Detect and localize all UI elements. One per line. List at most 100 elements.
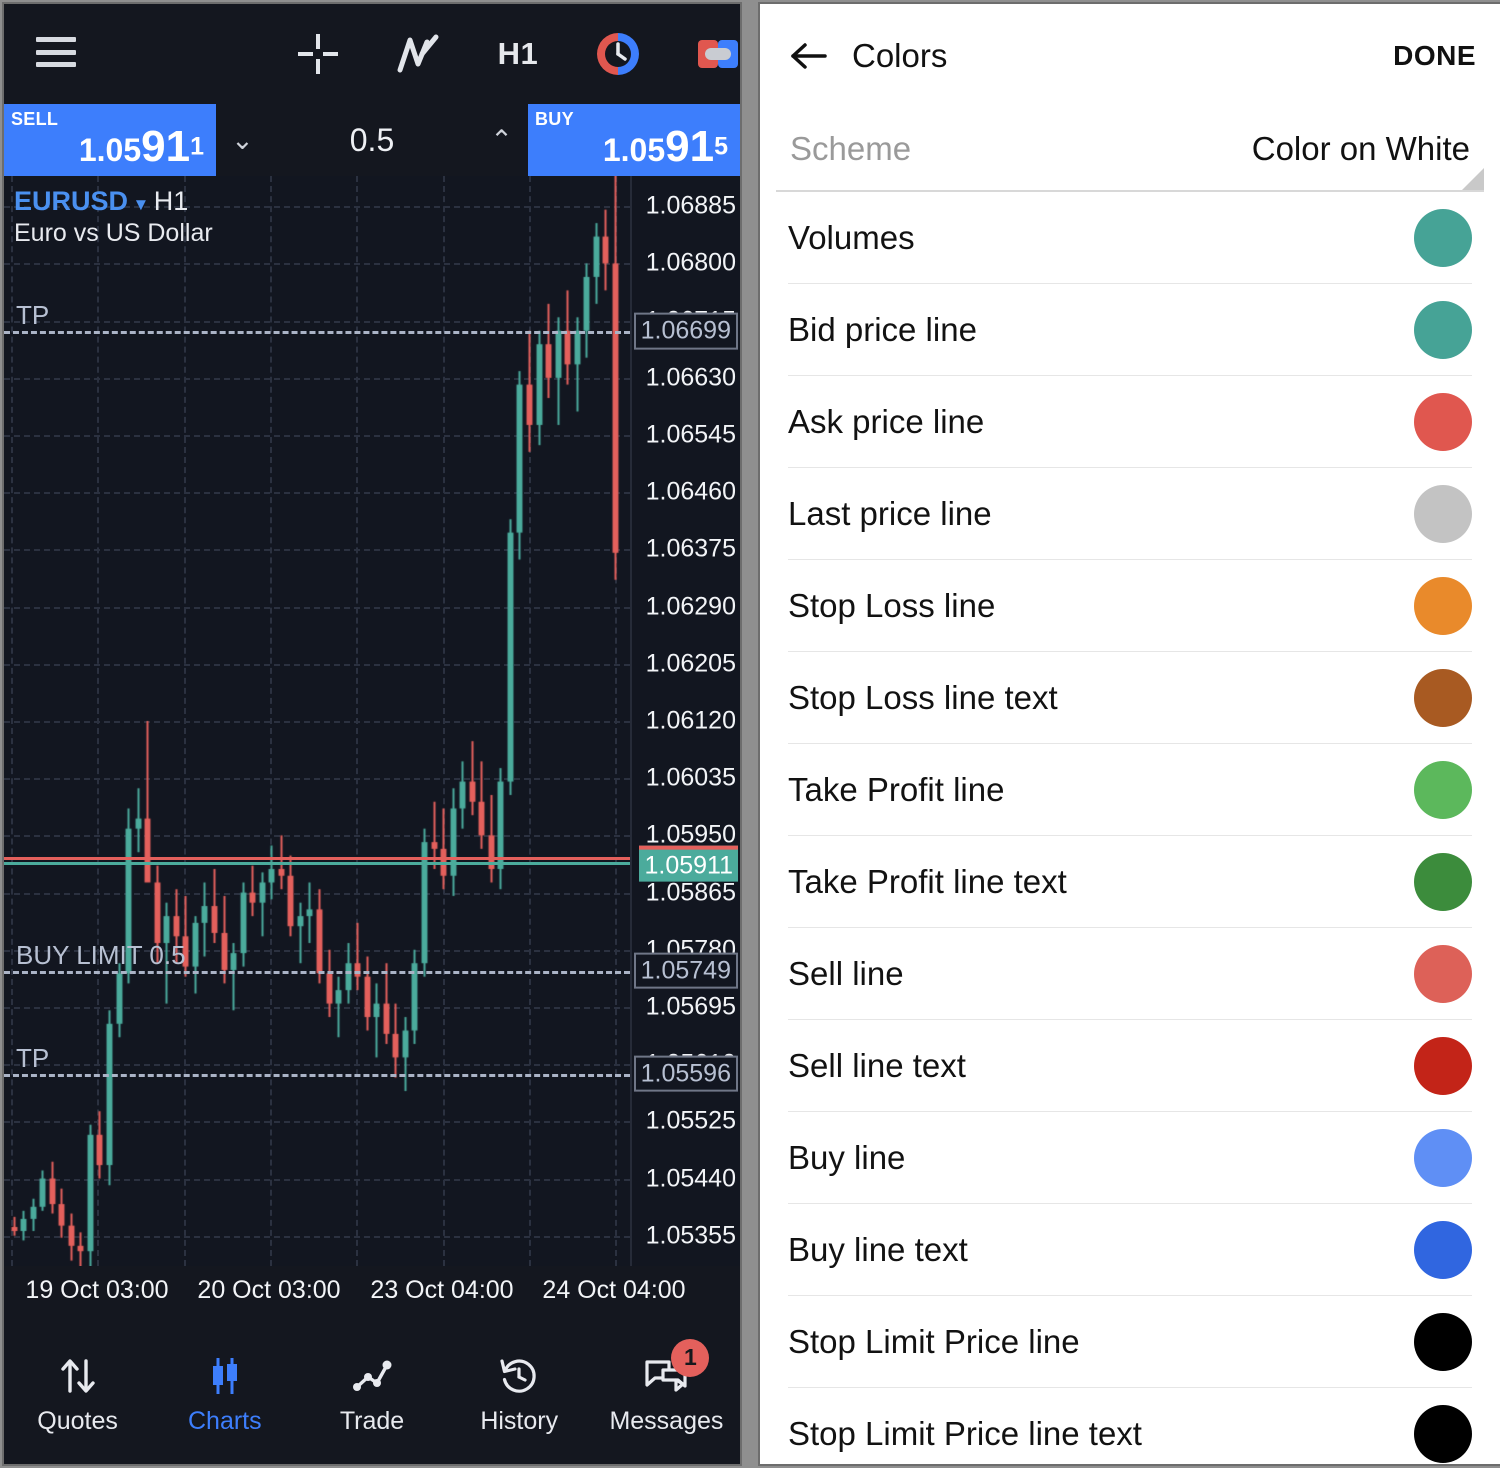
symbol-name[interactable]: EURUSD — [14, 186, 128, 216]
scheme-value: Color on White — [1251, 130, 1470, 167]
volume-stepper: ⌄ 0.5 ⌃ — [216, 104, 528, 176]
time-tick-label: 20 Oct 03:00 — [197, 1276, 341, 1304]
chart-plot-area[interactable]: EURUSD ▼ H1 Euro vs US Dollar TP BUY LIMI… — [4, 176, 630, 1266]
color-swatch[interactable] — [1414, 1404, 1472, 1463]
color-row-label: Take Profit line text — [788, 862, 1067, 900]
color-row[interactable]: Take Profit line text — [788, 836, 1472, 928]
tab-charts[interactable]: Charts — [151, 1353, 298, 1436]
color-swatch[interactable] — [1414, 300, 1472, 359]
color-row[interactable]: Stop Limit Price line — [788, 1296, 1472, 1388]
time-tick-label: 19 Oct 03:00 — [25, 1276, 169, 1304]
volume-increase-button[interactable]: ⌃ — [490, 126, 513, 154]
buy-price-sup: 5 — [714, 132, 728, 161]
price-axis[interactable]: 1.068851.068001.067151.066301.065451.064… — [630, 176, 740, 1266]
volume-value[interactable]: 0.5 — [350, 122, 394, 159]
tab-messages[interactable]: 1 Messages — [593, 1338, 740, 1436]
candlestick-icon — [204, 1353, 246, 1397]
chart-level-label: TP — [16, 1042, 50, 1073]
buy-label: BUY — [535, 109, 574, 129]
tab-quotes[interactable]: Quotes — [4, 1353, 151, 1436]
tab-label: Trade — [339, 1406, 405, 1435]
back-arrow-icon[interactable] — [788, 35, 830, 77]
page-title: Colors — [852, 37, 948, 74]
price-tick-label: 1.06120 — [645, 706, 736, 735]
color-row-label: Buy line text — [788, 1230, 968, 1268]
crosshair-icon[interactable] — [294, 30, 342, 78]
color-row[interactable]: Last price line — [788, 468, 1472, 560]
notification-badge: 1 — [671, 1338, 710, 1377]
timeframe-button[interactable]: H1 — [494, 30, 542, 78]
color-swatch[interactable] — [1414, 760, 1472, 819]
chart-level-label: TP — [16, 300, 50, 331]
color-row[interactable]: Take Profit line — [788, 744, 1472, 836]
volume-decrease-button[interactable]: ⌄ — [231, 126, 254, 154]
tab-history[interactable]: History — [446, 1353, 593, 1436]
sell-price-small: 1.05 — [78, 132, 142, 168]
tab-label: Messages — [609, 1406, 724, 1435]
color-row-label: Buy line — [788, 1138, 906, 1176]
sell-price-sup: 1 — [190, 132, 204, 161]
price-tick-label: 1.06630 — [645, 363, 736, 392]
trade-bar: SELL 1.05911 ⌄ 0.5 ⌃ BUY 1.05915 — [4, 104, 740, 176]
one-click-trading-toggle-icon[interactable] — [694, 30, 740, 78]
time-axis[interactable]: 19 Oct 03:00 20 Oct 03:00 23 Oct 04:00 24 O… — [4, 1266, 740, 1326]
level-price-badge[interactable]: 1.05596 — [633, 1055, 738, 1092]
chart-level-line[interactable] — [4, 970, 630, 974]
current-price-badge[interactable]: 1.05911 — [639, 845, 738, 882]
color-row[interactable]: Sell line — [788, 928, 1472, 1020]
buy-price-big: 91 — [665, 122, 715, 171]
chart-level-line[interactable] — [4, 331, 630, 335]
color-swatch[interactable] — [1414, 668, 1472, 727]
trade-session-clock-icon[interactable] — [594, 30, 642, 78]
color-swatch[interactable] — [1414, 484, 1472, 543]
color-swatch[interactable] — [1414, 1036, 1472, 1095]
color-row[interactable]: Ask price line — [788, 376, 1472, 468]
level-price-badge[interactable]: 1.05749 — [633, 952, 738, 989]
color-settings-list: Volumes Bid price line Ask price line Last … — [760, 192, 1500, 1464]
chart-level-label: BUY LIMIT 0.5 — [16, 939, 186, 970]
time-tick-label: 24 Oct 04:00 — [542, 1276, 686, 1304]
scheme-selector[interactable]: Scheme Color on White — [776, 108, 1484, 192]
price-tick-label: 1.06035 — [645, 763, 736, 792]
price-tick-label: 1.05865 — [645, 878, 736, 907]
symbol-description: Euro vs US Dollar — [14, 219, 213, 247]
indicators-icon[interactable] — [394, 30, 442, 78]
color-row[interactable]: Stop Loss line text — [788, 652, 1472, 744]
chart-level-line[interactable] — [4, 1073, 630, 1077]
sell-button[interactable]: SELL 1.05911 — [4, 104, 216, 176]
color-row[interactable]: Stop Limit Price line text — [788, 1388, 1472, 1464]
color-row[interactable]: Buy line text — [788, 1204, 1472, 1296]
tab-trade[interactable]: Trade — [298, 1353, 445, 1436]
done-button[interactable]: DONE — [1393, 40, 1476, 72]
color-row-label: Ask price line — [788, 402, 985, 440]
color-row[interactable]: Stop Loss line — [788, 560, 1472, 652]
color-swatch[interactable] — [1414, 944, 1472, 1003]
color-swatch[interactable] — [1414, 1128, 1472, 1187]
chevron-down-icon[interactable]: ▼ — [132, 195, 149, 214]
level-price-badge[interactable]: 1.06699 — [633, 313, 738, 350]
price-tick-label: 1.05440 — [645, 1164, 736, 1193]
price-tick-label: 1.06205 — [645, 649, 736, 678]
price-tick-label: 1.06460 — [645, 477, 736, 506]
hamburger-menu-icon[interactable] — [36, 37, 76, 67]
mt5-chart-panel: H1 SELL 1.05911 ⌄ 0.5 ⌃ BUY 1.05915 EURU… — [2, 2, 742, 1466]
color-swatch[interactable] — [1414, 1312, 1472, 1371]
color-swatch[interactable] — [1414, 208, 1472, 267]
color-row-label: Bid price line — [788, 310, 977, 348]
color-row[interactable]: Volumes — [788, 192, 1472, 284]
color-swatch[interactable] — [1414, 576, 1472, 635]
buy-button[interactable]: BUY 1.05915 — [528, 104, 740, 176]
updown-arrows-icon — [57, 1353, 99, 1397]
color-swatch[interactable] — [1414, 392, 1472, 451]
sell-label: SELL — [11, 109, 59, 129]
color-swatch[interactable] — [1414, 1220, 1472, 1279]
color-row[interactable]: Bid price line — [788, 284, 1472, 376]
price-tick-label: 1.05695 — [645, 992, 736, 1021]
colors-settings-panel: Colors DONE Scheme Color on White Volume… — [758, 2, 1500, 1466]
price-tick-label: 1.05355 — [645, 1221, 736, 1250]
color-row[interactable]: Buy line — [788, 1112, 1472, 1204]
price-chart[interactable]: EURUSD ▼ H1 Euro vs US Dollar TP BUY LIMI… — [4, 176, 740, 1326]
time-tick-label: 23 Oct 04:00 — [370, 1276, 514, 1304]
color-row[interactable]: Sell line text — [788, 1020, 1472, 1112]
color-swatch[interactable] — [1414, 852, 1472, 911]
